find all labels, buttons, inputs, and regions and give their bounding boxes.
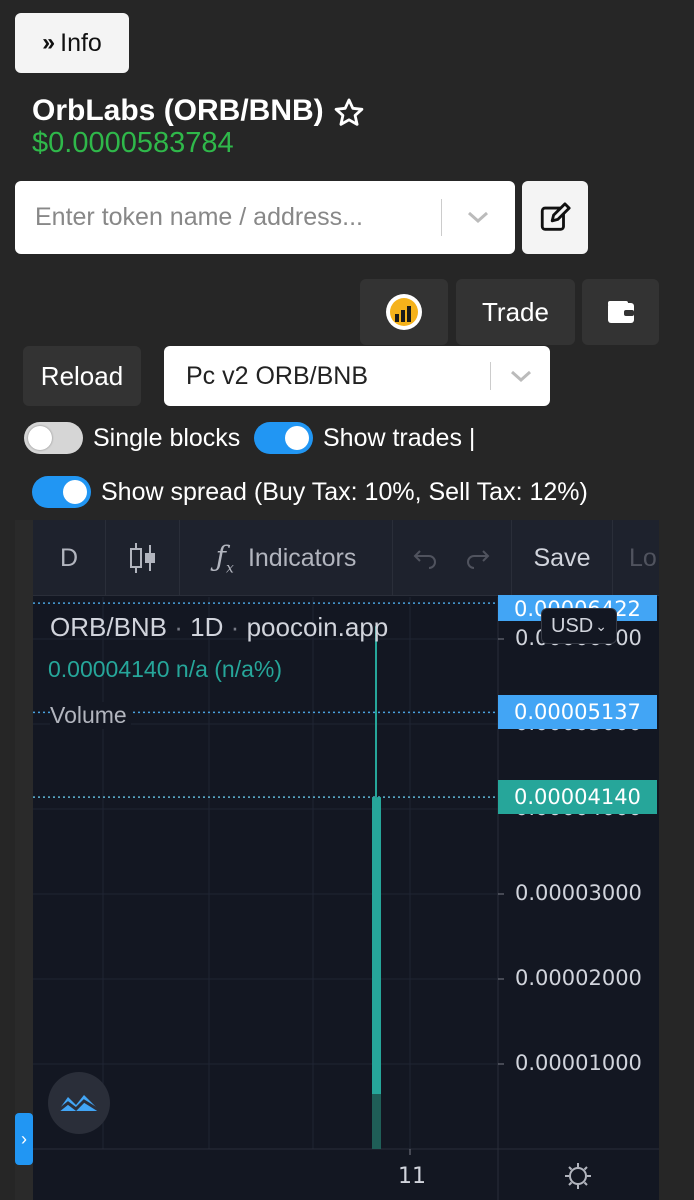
indicators-button[interactable]: ƒx Indicators [180, 520, 392, 596]
price-tag-last: 0.00004140 [498, 780, 657, 814]
legend-change: n/a (n/a%) [175, 656, 283, 682]
currency-label: USD [551, 614, 594, 637]
search-separator [441, 199, 442, 236]
price-axis-tick: 0.00001000 [515, 1051, 642, 1075]
token-price: $0.0000583784 [32, 127, 234, 159]
wallet-button[interactable] [582, 279, 659, 345]
chevron-down-icon: ⌄ [595, 617, 607, 634]
chart-side-panel [15, 520, 33, 1200]
price-tag-spread: 0.00005137 [498, 695, 657, 729]
candle-body [372, 797, 381, 1145]
legend-ohlc: 0.00004140 n/a (n/a%) [48, 656, 282, 683]
function-icon: ƒx [215, 539, 234, 577]
toggle-knob [28, 426, 52, 450]
time-axis-label: 11 [398, 1164, 426, 1189]
settings-icon[interactable] [563, 1161, 593, 1191]
legend-separator: · [174, 612, 183, 642]
chart-side-panel-toggle[interactable]: › [15, 1113, 33, 1165]
undo-icon[interactable] [405, 520, 445, 596]
legend-symbol: ORB/BNB [50, 612, 168, 642]
legend-interval: 1D [190, 612, 224, 642]
legend-separator: · [230, 612, 240, 642]
chevron-down-icon[interactable] [463, 205, 493, 229]
legend-source: poocoin.app [246, 612, 389, 642]
tradingview-logo[interactable] [48, 1072, 110, 1134]
indicators-label: Indicators [247, 543, 357, 572]
chart-toolbar: D ƒx Indicators Save Lo [33, 520, 659, 596]
trade-button[interactable]: Trade [456, 279, 575, 345]
pair-select[interactable]: Pc v2 ORB/BNB [164, 346, 550, 406]
show-spread-toggle[interactable] [32, 476, 91, 508]
chart-legend: ORB/BNB · 1D · poocoin.app [50, 612, 388, 643]
info-button[interactable]: ›› Info [15, 13, 129, 73]
volume-label: Volume [50, 702, 131, 729]
pair-select-separator [490, 362, 491, 390]
double-chevron-right-icon: ›› [42, 29, 55, 56]
token-title: OrbLabs (ORB/BNB) [32, 94, 324, 127]
price-axis-tick: 0.00002000 [515, 966, 642, 990]
info-button-label: Info [60, 28, 102, 57]
chevron-down-icon[interactable] [506, 364, 536, 388]
single-blocks-toggle[interactable] [24, 422, 83, 454]
load-button-truncated[interactable]: Lo [629, 520, 659, 596]
reload-button[interactable]: Reload [23, 346, 141, 406]
candlestick-icon [129, 543, 155, 573]
poocoin-button[interactable] [360, 279, 448, 345]
chevron-right-icon: › [21, 1128, 27, 1149]
toolbar-divider [392, 520, 393, 596]
show-trades-toggle[interactable] [254, 422, 313, 454]
show-trades-label: Show trades | [323, 424, 476, 452]
toggle-knob [63, 480, 87, 504]
star-outline-icon[interactable] [332, 96, 366, 130]
toggle-knob [285, 426, 309, 450]
token-search-input[interactable] [35, 181, 435, 254]
edit-icon [540, 201, 571, 231]
toolbar-divider [612, 520, 613, 596]
price-axis-tick: 0.00003000 [515, 881, 642, 905]
show-spread-label: Show spread (Buy Tax: 10%, Sell Tax: 12%… [101, 478, 588, 506]
legend-value: 0.00004140 [48, 656, 170, 682]
edit-button[interactable] [522, 181, 588, 254]
volume-bar [372, 1094, 381, 1149]
single-blocks-label: Single blocks [93, 424, 241, 452]
poocoin-logo-icon [386, 294, 422, 330]
currency-button[interactable]: USD ⌄ [541, 608, 617, 644]
save-button[interactable]: Save [512, 520, 612, 596]
candles-type-button[interactable] [106, 520, 179, 596]
redo-icon[interactable] [458, 520, 498, 596]
token-search[interactable] [15, 181, 515, 254]
interval-button[interactable]: D [33, 520, 105, 596]
pair-select-value: Pc v2 ORB/BNB [186, 362, 368, 390]
wallet-icon [607, 301, 634, 323]
tradingview-logo-icon [57, 1095, 101, 1113]
